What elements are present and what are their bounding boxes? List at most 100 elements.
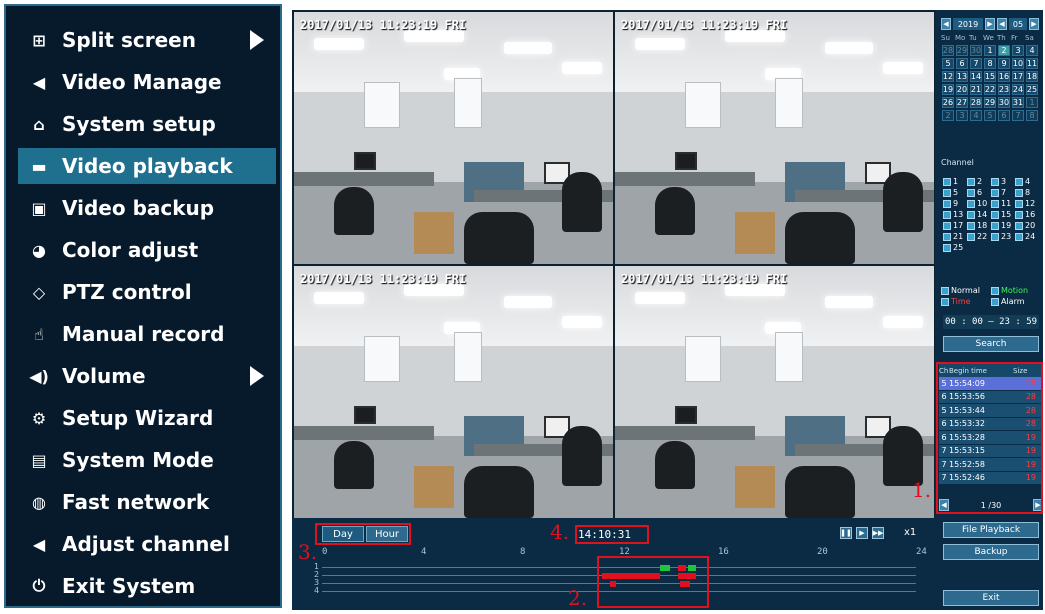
calendar-day[interactable]: 16 bbox=[998, 71, 1010, 82]
menu-item-exit-system[interactable]: ⏻ Exit System bbox=[18, 568, 276, 604]
calendar-day[interactable]: 19 bbox=[942, 84, 954, 95]
channel-checkbox[interactable]: 13 bbox=[943, 209, 967, 220]
calendar-day[interactable]: 6 bbox=[998, 110, 1010, 121]
type-alarm[interactable]: Alarm bbox=[991, 297, 1041, 306]
calendar-day[interactable]: 14 bbox=[970, 71, 982, 82]
search-button[interactable]: Search bbox=[943, 336, 1039, 352]
calendar-day[interactable]: 5 bbox=[942, 58, 954, 69]
calendar-day[interactable]: 27 bbox=[956, 97, 968, 108]
calendar-day[interactable]: 25 bbox=[1026, 84, 1038, 95]
calendar-day[interactable]: 7 bbox=[1012, 110, 1024, 121]
channel-checkbox[interactable]: 11 bbox=[991, 198, 1015, 209]
calendar-day[interactable]: 1 bbox=[984, 45, 996, 56]
menu-item-split-screen[interactable]: ⊞ Split screen bbox=[18, 22, 276, 58]
menu-item-video-playback[interactable]: ▬ Video playback bbox=[18, 148, 276, 184]
channel-checkbox[interactable]: 20 bbox=[1015, 220, 1039, 231]
channel-checkbox[interactable]: 2 bbox=[967, 176, 991, 187]
channel-checkbox[interactable]: 1 bbox=[943, 176, 967, 187]
calendar-day[interactable]: 26 bbox=[942, 97, 954, 108]
calendar-day[interactable]: 20 bbox=[956, 84, 968, 95]
channel-checkbox[interactable]: 19 bbox=[991, 220, 1015, 231]
channel-checkbox[interactable]: 18 bbox=[967, 220, 991, 231]
calendar-day[interactable]: 5 bbox=[984, 110, 996, 121]
calendar-day[interactable]: 10 bbox=[1012, 58, 1024, 69]
prev-year-icon[interactable]: ◀ bbox=[941, 18, 951, 30]
calendar-day[interactable]: 15 bbox=[984, 71, 996, 82]
calendar-day[interactable]: 29 bbox=[984, 97, 996, 108]
channel-checkbox[interactable]: 12 bbox=[1015, 198, 1039, 209]
calendar-day[interactable]: 8 bbox=[1026, 110, 1038, 121]
calendar-day[interactable]: 23 bbox=[998, 84, 1010, 95]
calendar-day[interactable]: 12 bbox=[942, 71, 954, 82]
channel-checkbox[interactable]: 4 bbox=[1015, 176, 1039, 187]
menu-item-adjust-channel[interactable]: ◀ Adjust channel bbox=[18, 526, 276, 562]
file-playback-button[interactable]: File Playback bbox=[943, 522, 1039, 538]
menu-item-fast-network[interactable]: ◍ Fast network bbox=[18, 484, 276, 520]
menu-item-ptz-control[interactable]: ◇ PTZ control bbox=[18, 274, 276, 310]
calendar-day[interactable]: 18 bbox=[1026, 71, 1038, 82]
channel-checkbox[interactable]: 17 bbox=[943, 220, 967, 231]
calendar-day[interactable]: 13 bbox=[956, 71, 968, 82]
fast-forward-icon[interactable]: ▶▶ bbox=[872, 527, 884, 539]
calendar-day[interactable]: 28 bbox=[970, 97, 982, 108]
channel-checkbox[interactable]: 25 bbox=[943, 242, 967, 253]
calendar-day[interactable]: 6 bbox=[956, 58, 968, 69]
calendar-day[interactable]: 31 bbox=[1012, 97, 1024, 108]
channel-checkbox[interactable]: 5 bbox=[943, 187, 967, 198]
calendar-day[interactable]: 30 bbox=[970, 45, 982, 56]
calendar-day[interactable]: 1 bbox=[1026, 97, 1038, 108]
prev-month-icon[interactable]: ◀ bbox=[997, 18, 1007, 30]
time-range[interactable]: 00 : 00 — 23 : 59 bbox=[943, 315, 1039, 329]
calendar-day[interactable]: 2 bbox=[942, 110, 954, 121]
camera-view-4[interactable]: 2017/01/13 11:23:19 FRI bbox=[615, 266, 934, 518]
calendar-day[interactable]: 11 bbox=[1026, 58, 1038, 69]
channel-checkbox[interactable]: 14 bbox=[967, 209, 991, 220]
calendar-day[interactable]: 22 bbox=[984, 84, 996, 95]
calendar-day[interactable]: 28 bbox=[942, 45, 954, 56]
menu-item-volume[interactable]: ◀) Volume bbox=[18, 358, 276, 394]
play-icon[interactable]: ▶ bbox=[856, 527, 868, 539]
next-year-icon[interactable]: ▶ bbox=[985, 18, 995, 30]
type-motion[interactable]: Motion bbox=[991, 286, 1041, 295]
channel-checkbox[interactable]: 10 bbox=[967, 198, 991, 209]
menu-item-color-adjust[interactable]: ◕ Color adjust bbox=[18, 232, 276, 268]
camera-view-3[interactable]: 2017/01/13 11:23:19 FRI bbox=[294, 266, 613, 518]
camera-view-2[interactable]: 2017/01/13 11:23:19 FRI bbox=[615, 12, 934, 264]
calendar-day[interactable]: 4 bbox=[1026, 45, 1038, 56]
channel-checkbox[interactable]: 24 bbox=[1015, 231, 1039, 242]
channel-checkbox[interactable]: 9 bbox=[943, 198, 967, 209]
calendar-day[interactable]: 29 bbox=[956, 45, 968, 56]
menu-item-manual-record[interactable]: ☝ Manual record bbox=[18, 316, 276, 352]
calendar-day[interactable]: 3 bbox=[956, 110, 968, 121]
channel-checkbox[interactable]: 15 bbox=[991, 209, 1015, 220]
channel-checkbox[interactable]: 23 bbox=[991, 231, 1015, 242]
menu-item-system-mode[interactable]: ▤ System Mode bbox=[18, 442, 276, 478]
channel-checkbox[interactable]: 3 bbox=[991, 176, 1015, 187]
calendar-day[interactable]: 21 bbox=[970, 84, 982, 95]
next-month-icon[interactable]: ▶ bbox=[1029, 18, 1039, 30]
calendar-day[interactable]: 3 bbox=[1012, 45, 1024, 56]
calendar-day[interactable]: 2 bbox=[998, 45, 1010, 56]
menu-item-system-setup[interactable]: ⌂ System setup bbox=[18, 106, 276, 142]
calendar-day[interactable]: 9 bbox=[998, 58, 1010, 69]
calendar-day[interactable]: 8 bbox=[984, 58, 996, 69]
type-time[interactable]: Time bbox=[941, 297, 991, 306]
type-normal[interactable]: Normal bbox=[941, 286, 991, 295]
exit-button[interactable]: Exit bbox=[943, 590, 1039, 606]
menu-item-setup-wizard[interactable]: ⚙ Setup Wizard bbox=[18, 400, 276, 436]
backup-button[interactable]: Backup bbox=[943, 544, 1039, 560]
calendar-day[interactable]: 24 bbox=[1012, 84, 1024, 95]
camera-view-1[interactable]: 2017/01/13 11:23:19 FRI bbox=[294, 12, 613, 264]
channel-checkbox[interactable]: 6 bbox=[967, 187, 991, 198]
channel-checkbox[interactable]: 16 bbox=[1015, 209, 1039, 220]
menu-item-video-backup[interactable]: ▣ Video backup bbox=[18, 190, 276, 226]
channel-checkbox[interactable]: 21 bbox=[943, 231, 967, 242]
channel-checkbox[interactable]: 7 bbox=[991, 187, 1015, 198]
calendar-day[interactable]: 4 bbox=[970, 110, 982, 121]
channel-checkbox[interactable]: 22 bbox=[967, 231, 991, 242]
pause-icon[interactable]: ❚❚ bbox=[840, 527, 852, 539]
calendar-day[interactable]: 30 bbox=[998, 97, 1010, 108]
calendar-day[interactable]: 17 bbox=[1012, 71, 1024, 82]
calendar-day[interactable]: 7 bbox=[970, 58, 982, 69]
menu-item-video-manage[interactable]: ◀ Video Manage bbox=[18, 64, 276, 100]
